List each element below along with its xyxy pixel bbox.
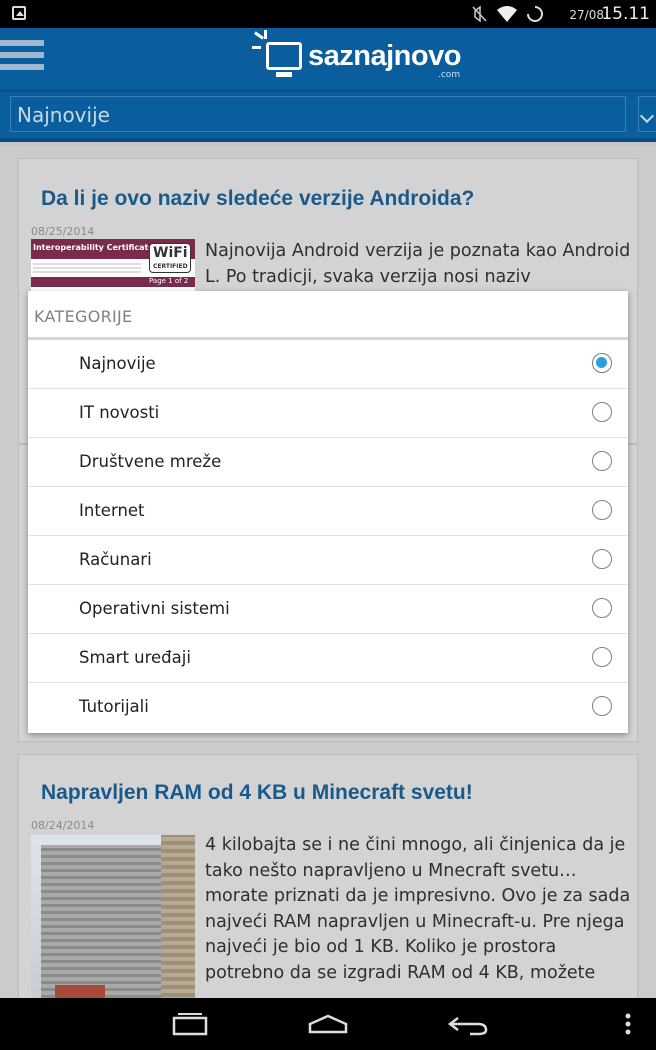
category-option[interactable]: Operativni sistemi: [28, 585, 628, 634]
navigation-bar: [0, 998, 656, 1050]
radio-button[interactable]: [592, 500, 612, 520]
category-spinner-value: Najnovije: [17, 103, 110, 127]
status-date: 27/08: [569, 8, 604, 22]
monitor-icon: [266, 42, 302, 70]
thumb-page: Page 1 of 2: [149, 277, 189, 285]
article-excerpt: Najnovija Android verzija je poznata kao…: [205, 241, 631, 287]
category-option-label: Društvene mreže: [79, 452, 222, 471]
category-option-label: Tutorijali: [79, 697, 149, 716]
category-dialog: KATEGORIJE Najnovije IT novosti Društven…: [28, 291, 628, 733]
wifi-icon: [497, 6, 517, 22]
category-bar: Najnovije: [0, 92, 656, 142]
category-option[interactable]: Smart uređaji: [28, 634, 628, 683]
article-excerpt: 4 kilobajta se i ne čini mnogo, ali činj…: [205, 835, 631, 983]
article-date: 08/25/2014: [31, 225, 95, 238]
status-icons: [472, 4, 544, 24]
chevron-down-icon[interactable]: [638, 96, 656, 132]
category-option[interactable]: Internet: [28, 487, 628, 536]
category-option-label: Smart uređaji: [79, 648, 191, 667]
category-spinner[interactable]: Najnovije: [10, 96, 626, 132]
radio-button-checked[interactable]: [592, 353, 612, 373]
mute-icon: [472, 5, 487, 23]
category-option-label: Operativni sistemi: [79, 599, 230, 618]
category-option[interactable]: Računari: [28, 536, 628, 585]
article-title[interactable]: Napravljen RAM od 4 KB u Minecraft svetu…: [41, 781, 473, 805]
radio-button[interactable]: [592, 696, 612, 716]
image-notification-icon: [12, 6, 26, 20]
status-time: 15.11: [601, 4, 650, 24]
status-bar: 27/08 15.11: [0, 0, 656, 28]
article-title[interactable]: Da li je ovo naziv sledeće verzije Andro…: [41, 187, 474, 211]
radio-button[interactable]: [592, 451, 612, 471]
overflow-menu-icon[interactable]: [620, 1010, 636, 1038]
category-option[interactable]: Najnovije: [28, 340, 628, 389]
category-option[interactable]: Društvene mreže: [28, 438, 628, 487]
home-icon[interactable]: [306, 1010, 350, 1038]
logo-suffix: .com: [438, 70, 461, 80]
radio-button[interactable]: [592, 647, 612, 667]
sync-icon: [527, 6, 543, 22]
article-date: 08/24/2014: [31, 819, 95, 832]
radio-button[interactable]: [592, 598, 612, 618]
radio-button[interactable]: [592, 549, 612, 569]
wifi-badge-sub: CERTIFIED: [153, 263, 188, 270]
category-option-label: IT novosti: [79, 403, 160, 422]
article-card[interactable]: Napravljen RAM od 4 KB u Minecraft svetu…: [18, 754, 638, 998]
recent-apps-icon[interactable]: [170, 1010, 210, 1038]
back-icon[interactable]: [446, 1010, 490, 1038]
wifi-badge: WiFi: [153, 245, 188, 261]
site-logo: saznajnovo .com: [252, 30, 472, 84]
logo-text: saznajnovo: [308, 40, 461, 72]
hamburger-icon[interactable]: [0, 40, 44, 78]
article-thumbnail[interactable]: [31, 835, 195, 998]
category-option-label: Najnovije: [79, 354, 156, 373]
category-option[interactable]: IT novosti: [28, 389, 628, 438]
category-option-label: Računari: [79, 550, 152, 569]
radio-button[interactable]: [592, 402, 612, 422]
category-option-label: Internet: [79, 501, 145, 520]
category-option[interactable]: Tutorijali: [28, 683, 628, 732]
thumb-caption: Interoperability Certificate: [33, 243, 154, 252]
app-bar: saznajnovo .com: [0, 28, 656, 92]
dialog-title: KATEGORIJE: [34, 307, 133, 326]
